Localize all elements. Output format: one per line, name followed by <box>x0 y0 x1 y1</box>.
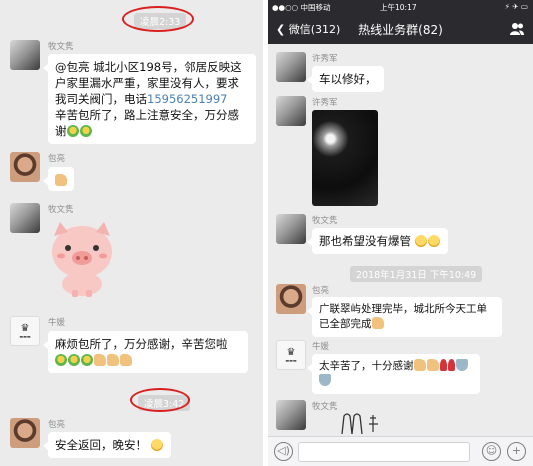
avatar[interactable] <box>10 203 40 233</box>
message-line: 辛苦包所了，路上注意安全，万分感 <box>55 108 239 122</box>
sender-name: 许秀军 <box>312 54 338 64</box>
avatar[interactable] <box>276 52 306 82</box>
sender-name: 牧文隽 <box>312 216 338 226</box>
avatar[interactable] <box>276 96 306 126</box>
thumbs-up-emoji-icon <box>94 354 106 366</box>
sender-name: 牧文隽 <box>48 205 74 215</box>
crown-icon: ♛ <box>20 322 30 334</box>
message-bubble[interactable]: 安全返回，晚安！ <box>43 432 171 458</box>
message-line: 我司关阀门，电话 <box>55 92 147 106</box>
status-bar: ●●○○ 中国移动 上午10:17 ⚡ ✈ ▭ <box>268 0 533 14</box>
night-photo[interactable] <box>312 110 378 206</box>
sender-name: 牧文隽 <box>48 42 74 52</box>
message-text: 安全返回，晚安！ <box>55 438 147 452</box>
voice-icon[interactable]: ◁) <box>274 442 293 461</box>
message-line: 麻烦包所了，万分感谢，辛苦您啦 <box>55 337 228 351</box>
avatar[interactable]: ♛ ▬▬▬ <box>10 316 40 346</box>
sticker-icon[interactable] <box>340 412 386 434</box>
coffee-emoji-icon <box>455 359 468 371</box>
sender-name: 包亮 <box>48 154 66 164</box>
battery-icon: ⚡ ✈ ▭ <box>504 2 528 11</box>
message-line: 广联翠屿处理完毕，城北所今天工单 <box>319 303 487 315</box>
thumbs-up-emoji-icon <box>426 359 439 371</box>
message-input[interactable] <box>298 442 470 462</box>
sender-name: 包亮 <box>48 420 66 430</box>
logo-icon: ▬▬▬ <box>285 357 297 363</box>
grimace-emoji-icon <box>427 235 440 247</box>
red-highlight-circle <box>122 6 194 32</box>
thumbs-up-emoji-icon <box>107 354 119 366</box>
flexed-biceps-emoji-icon <box>55 354 67 366</box>
message-bubble[interactable] <box>43 167 74 191</box>
clock: 上午10:17 <box>380 3 417 12</box>
avatar[interactable] <box>276 214 306 244</box>
phone-link[interactable]: 15956251997 <box>147 92 227 106</box>
message-bubble[interactable]: @包亮 城北小区198号，邻居反映这 户家里漏水严重，家里没有人，要求 我司关阀… <box>43 54 256 144</box>
ok-hand-emoji-icon <box>371 317 384 329</box>
message-text: 车以修好， <box>319 72 377 86</box>
message-bubble[interactable]: 麻烦包所了，万分感谢，辛苦您啦 <box>43 331 248 373</box>
red-highlight-circle <box>130 388 190 412</box>
coffee-emoji-icon <box>319 374 331 386</box>
message-line: 已全部完成 <box>319 318 372 330</box>
timestamp: 2018年1月31日 下午10:49 <box>350 266 483 282</box>
flexed-biceps-emoji-icon <box>81 354 93 366</box>
sender-name: 许秀军 <box>312 98 338 108</box>
message-line: 谢 <box>55 124 67 138</box>
input-bar: ◁) ☺ + <box>268 436 533 466</box>
plus-icon[interactable]: + <box>507 442 526 461</box>
message-bubble[interactable]: 车以修好， <box>307 66 384 92</box>
sender-name: 牛媛 <box>312 342 330 352</box>
message-text: 太辛苦了，十分感谢 <box>319 360 414 372</box>
sender-name: 牛媛 <box>48 318 66 328</box>
avatar[interactable] <box>10 40 40 70</box>
carrier-label: ●●○○ 中国移动 <box>272 3 331 12</box>
message-line: 户家里漏水严重，家里没有人，要求 <box>55 76 239 90</box>
avatar[interactable] <box>276 400 306 430</box>
crown-icon: ♛ <box>286 346 296 358</box>
thumbs-up-emoji-icon <box>413 359 426 371</box>
emoji-icon[interactable]: ☺ <box>482 442 501 461</box>
left-chat-panel: 凌晨2:33 牧文隽 @包亮 城北小区198号，邻居反映这 户家里漏水严重，家里… <box>0 0 263 466</box>
group-people-icon[interactable] <box>510 22 524 35</box>
flexed-biceps-emoji-icon <box>79 125 92 137</box>
right-chat-panel: ●●○○ 中国移动 上午10:17 ⚡ ✈ ▭ ❮ 微信(312) 热线业务群(… <box>268 0 533 466</box>
message-text: 那也希望没有爆管 <box>319 234 411 248</box>
flexed-biceps-emoji-icon <box>66 125 79 137</box>
sender-name: 牧文隽 <box>312 402 338 412</box>
avatar[interactable] <box>10 152 40 182</box>
ok-hand-emoji-icon <box>55 174 67 186</box>
nav-bar: ❮ 微信(312) 热线业务群(82) <box>268 14 533 44</box>
avatar[interactable] <box>10 418 40 448</box>
avatar[interactable]: ♛ ▬▬▬ <box>276 340 306 370</box>
grimace-emoji-icon <box>414 235 427 247</box>
message-bubble[interactable]: 太辛苦了，十分感谢 <box>307 354 480 394</box>
avatar[interactable] <box>276 284 306 314</box>
thumbs-up-emoji-icon <box>120 354 132 366</box>
sender-name: 包亮 <box>312 286 330 296</box>
logo-icon: ▬▬▬ <box>19 333 31 339</box>
chat-title: 热线业务群(82) <box>358 23 443 37</box>
message-bubble[interactable]: 广联翠屿处理完毕，城北所今天工单 已全部完成 <box>307 297 502 337</box>
rose-emoji-icon <box>447 359 455 371</box>
rose-emoji-icon <box>439 359 447 371</box>
pink-pig-sticker-icon[interactable] <box>46 218 118 298</box>
message-bubble[interactable]: 那也希望没有爆管 <box>307 228 448 254</box>
laughing-emoji-icon <box>150 439 163 451</box>
message-line: @包亮 城北小区198号，邻居反映这 <box>55 60 242 74</box>
flexed-biceps-emoji-icon <box>68 354 80 366</box>
